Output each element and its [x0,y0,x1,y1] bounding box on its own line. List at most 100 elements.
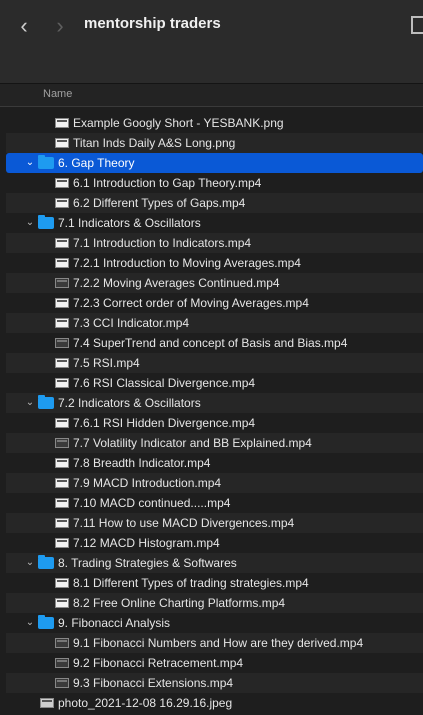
folder-row[interactable]: ⌄ 9. Fibonacci Analysis [6,613,423,633]
item-name: 8.2 Free Online Charting Platforms.mp4 [73,596,286,610]
video-file-icon [55,518,69,528]
folder-icon [38,615,54,629]
item-name: 7.6 RSI Classical Divergence.mp4 [73,376,256,390]
video-file-icon [55,318,69,328]
file-row[interactable]: 7.2.3 Correct order of Moving Averages.m… [6,293,423,313]
item-name: 9. Fibonacci Analysis [58,616,171,630]
file-list[interactable]: Example Googly Short - YESBANK.png Titan … [0,107,423,715]
file-row[interactable]: Titan Inds Daily A&S Long.png [6,133,423,153]
item-name: 7.2.1 Introduction to Moving Averages.mp… [73,256,301,270]
disclosure-chevron-icon[interactable]: ⌄ [24,393,36,413]
video-file-icon [55,418,69,428]
back-chevron-icon[interactable]: ‹ [12,12,36,40]
name-column-label: Name [43,88,73,100]
folder-icon [38,555,54,569]
file-row[interactable]: 9.1 Fibonacci Numbers and How are they d… [6,633,423,653]
disclosure-chevron-icon[interactable]: ⌄ [24,153,36,173]
file-row[interactable]: 7.7 Volatility Indicator and BB Explaine… [6,433,423,453]
video-file-icon [55,118,69,128]
item-name: 7.2.3 Correct order of Moving Averages.m… [73,296,309,310]
folder-row[interactable]: ⌄ 6. Gap Theory [6,153,423,173]
item-name: 7.10 MACD continued.....mp4 [73,496,231,510]
file-row[interactable]: 7.4 SuperTrend and concept of Basis and … [6,333,423,353]
window-title: mentorship traders [84,15,221,32]
folder-icon [38,395,54,409]
video-file-icon [55,258,69,268]
item-name: 7.8 Breadth Indicator.mp4 [73,456,211,470]
video-file-icon [55,538,69,548]
file-row[interactable]: 7.12 MACD Histogram.mp4 [6,533,423,553]
forward-chevron-icon[interactable]: › [48,12,72,40]
disclosure-chevron-icon[interactable]: ⌄ [24,613,36,633]
file-row[interactable]: 7.8 Breadth Indicator.mp4 [6,453,423,473]
file-row[interactable]: 7.6 RSI Classical Divergence.mp4 [6,373,423,393]
folder-row[interactable]: ⌄ 7.1 Indicators & Oscillators [6,213,423,233]
item-name: 7.4 SuperTrend and concept of Basis and … [73,336,348,350]
item-name: 7.1 Introduction to Indicators.mp4 [73,236,252,250]
file-row[interactable]: 7.2.1 Introduction to Moving Averages.mp… [6,253,423,273]
video-file-icon [55,498,69,508]
video-file-icon [55,178,69,188]
item-name: photo_2021-12-08 16.29.16.jpeg [58,696,233,710]
item-name: 7.5 RSI.mp4 [73,356,140,370]
file-row[interactable]: 7.6.1 RSI Hidden Divergence.mp4 [6,413,423,433]
item-name: 8. Trading Strategies & Softwares [58,556,237,570]
item-name: 7.12 MACD Histogram.mp4 [73,536,220,550]
folder-row[interactable]: ⌄ 7.2 Indicators & Oscillators [6,393,423,413]
folder-icon [38,215,54,229]
video-file-icon [55,638,69,648]
folder-row[interactable]: ⌄ 8. Trading Strategies & Softwares [6,553,423,573]
video-file-icon [55,438,69,448]
file-row[interactable]: 7.1 Introduction to Indicators.mp4 [6,233,423,253]
video-file-icon [55,238,69,248]
item-name: 7.3 CCI Indicator.mp4 [73,316,190,330]
image-file-icon [40,698,54,708]
item-name: 7.2.2 Moving Averages Continued.mp4 [73,276,280,290]
video-file-icon [55,598,69,608]
item-name: Example Googly Short - YESBANK.png [73,116,284,130]
file-row[interactable]: 8.1 Different Types of trading strategie… [6,573,423,593]
video-file-icon [55,478,69,488]
file-row[interactable]: 7.2.2 Moving Averages Continued.mp4 [6,273,423,293]
item-name: 7.9 MACD Introduction.mp4 [73,476,222,490]
item-name: 8.1 Different Types of trading strategie… [73,576,309,590]
file-row[interactable]: 7.9 MACD Introduction.mp4 [6,473,423,493]
disclosure-chevron-icon[interactable]: ⌄ [24,213,36,233]
file-row[interactable]: 6.2 Different Types of Gaps.mp4 [6,193,423,213]
video-file-icon [55,138,69,148]
file-row[interactable]: 7.10 MACD continued.....mp4 [6,493,423,513]
file-row[interactable]: photo_2021-12-08 16.29.16.jpeg [6,693,423,713]
item-name: 7.2 Indicators & Oscillators [58,396,201,410]
item-name: 6. Gap Theory [58,156,135,170]
file-row[interactable]: 9.3 Fibonacci Extensions.mp4 [6,673,423,693]
file-row[interactable]: 6.1 Introduction to Gap Theory.mp4 [6,173,423,193]
item-name: 6.1 Introduction to Gap Theory.mp4 [73,176,262,190]
finder-toolbar: ‹ › mentorship traders [0,0,423,84]
file-row[interactable]: 7.3 CCI Indicator.mp4 [6,313,423,333]
video-file-icon [55,338,69,348]
item-name: 7.6.1 RSI Hidden Divergence.mp4 [73,416,256,430]
file-row[interactable]: 9.2 Fibonacci Retracement.mp4 [6,653,423,673]
item-name: 6.2 Different Types of Gaps.mp4 [73,196,246,210]
view-options-icon[interactable] [411,16,423,34]
item-name: 7.7 Volatility Indicator and BB Explaine… [73,436,312,450]
file-row[interactable]: 7.11 How to use MACD Divergences.mp4 [6,513,423,533]
item-name: 7.11 How to use MACD Divergences.mp4 [73,516,295,530]
folder-icon [38,155,54,169]
video-file-icon [55,658,69,668]
file-row[interactable]: Example Googly Short - YESBANK.png [6,113,423,133]
item-name: Titan Inds Daily A&S Long.png [73,136,236,150]
name-column-header[interactable]: Name [0,84,423,107]
video-file-icon [55,578,69,588]
video-file-icon [55,678,69,688]
disclosure-chevron-icon[interactable]: ⌄ [24,553,36,573]
video-file-icon [55,278,69,288]
video-file-icon [55,358,69,368]
item-name: 9.1 Fibonacci Numbers and How are they d… [73,636,364,650]
video-file-icon [55,458,69,468]
file-row[interactable]: 7.5 RSI.mp4 [6,353,423,373]
video-file-icon [55,298,69,308]
item-name: 7.1 Indicators & Oscillators [58,216,201,230]
item-name: 9.3 Fibonacci Extensions.mp4 [73,676,234,690]
file-row[interactable]: 8.2 Free Online Charting Platforms.mp4 [6,593,423,613]
